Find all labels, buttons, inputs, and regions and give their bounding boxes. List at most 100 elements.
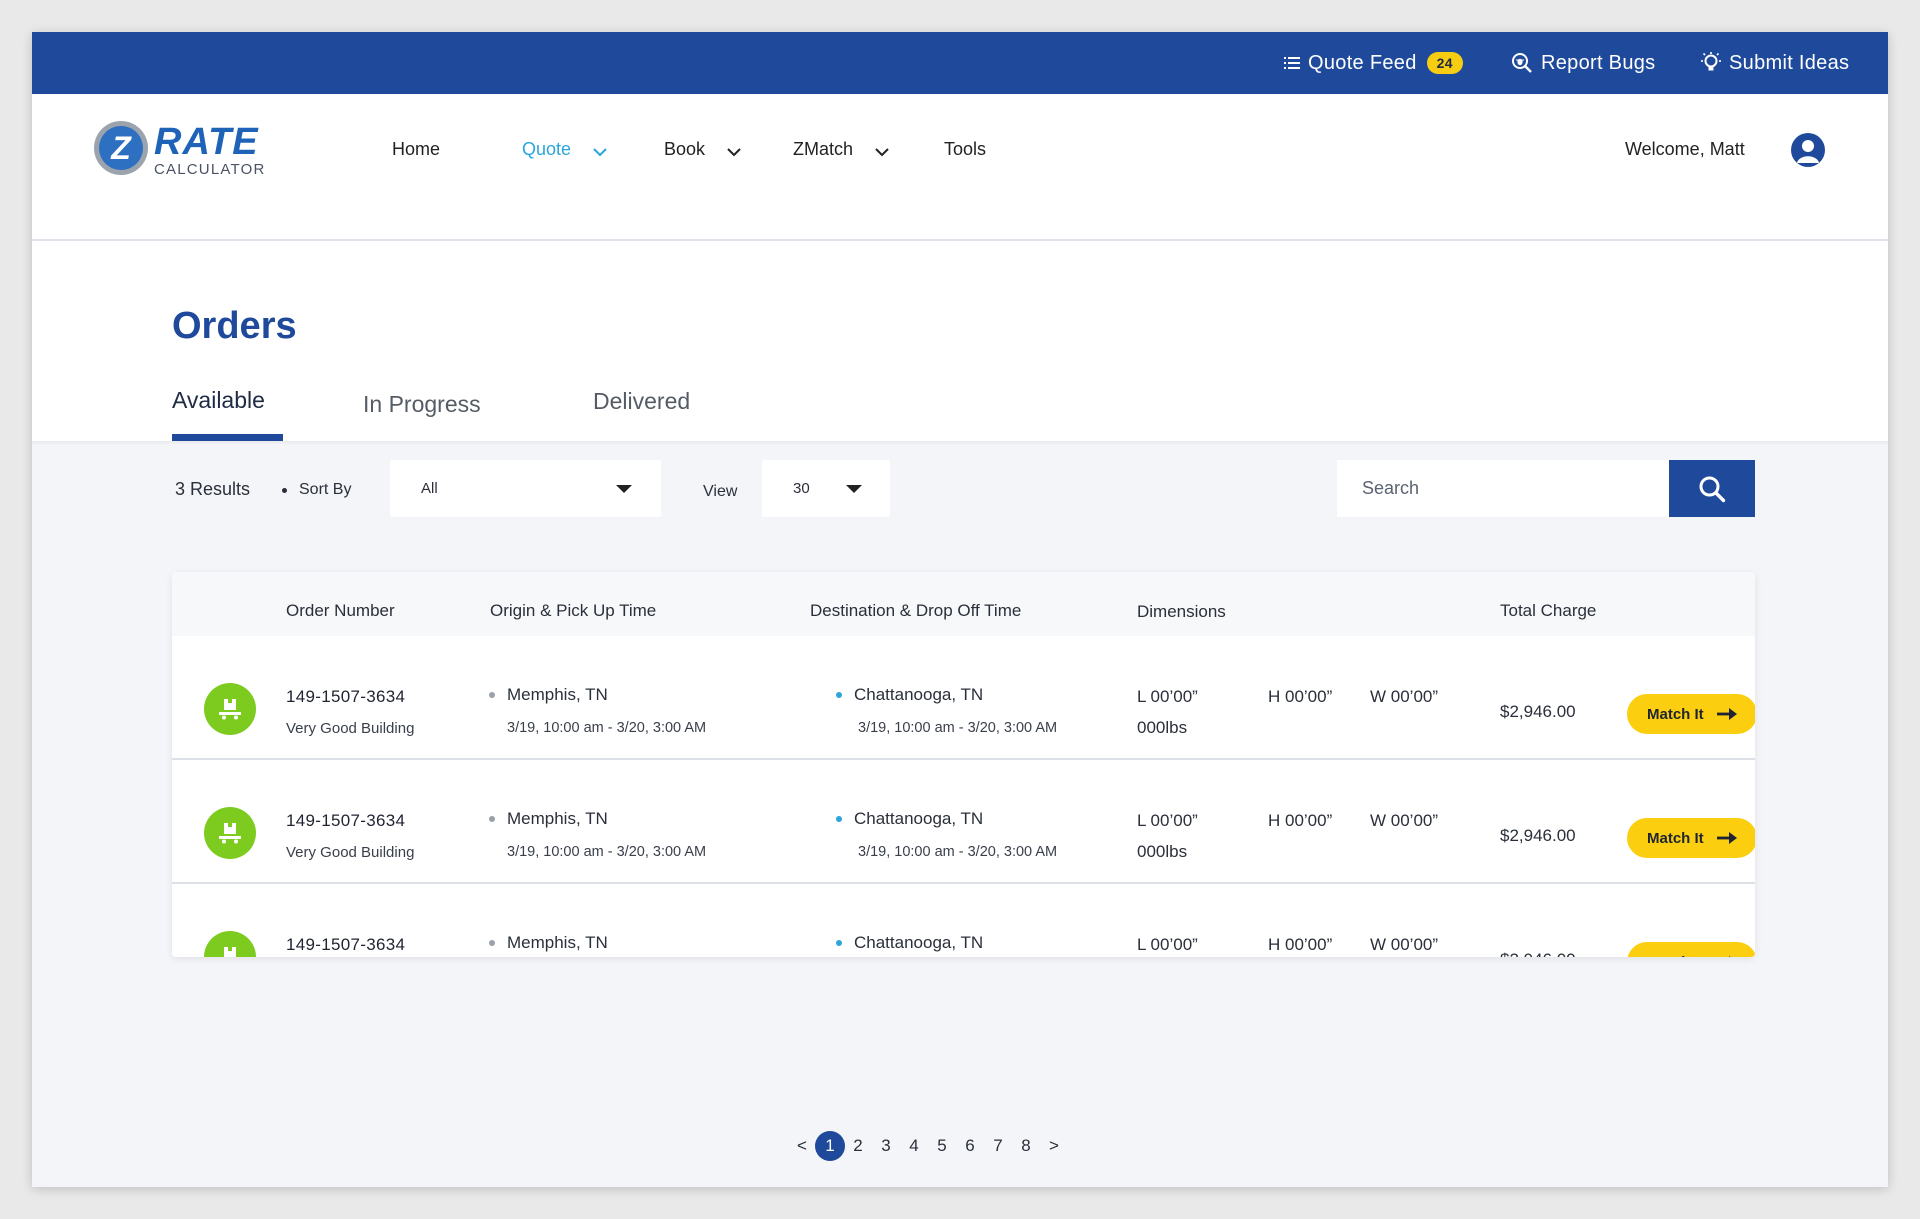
caret-down-icon: [846, 485, 862, 493]
origin-dot: [489, 692, 495, 698]
pagination-page[interactable]: 4: [899, 1131, 929, 1161]
dimension-length: L 00’00”: [1137, 935, 1198, 954]
user-avatar[interactable]: [1791, 133, 1825, 167]
arrow-right-icon: [1728, 956, 1731, 957]
app-window: Quote Feed 24 Report Bugs Submit Ideas Z…: [32, 32, 1888, 1187]
dimension-height: H 00’00”: [1268, 687, 1333, 706]
sort-by-text: Sort By: [299, 481, 352, 498]
results-count: 3 Results: [175, 479, 251, 499]
bug-search-icon: [1512, 53, 1532, 73]
order-number[interactable]: 149-1507-3634: [286, 687, 405, 707]
match-it-label: Match It: [1647, 705, 1704, 723]
destination-location: Chattanooga, TN: [836, 809, 983, 829]
logo-sub: CALCULATOR: [154, 161, 266, 178]
arrow-right-icon: [1716, 832, 1737, 844]
caret-down-icon: [616, 485, 632, 493]
table-row[interactable]: 149-1507-3634 Very Good Building Memphis…: [172, 760, 1755, 884]
nav-tools[interactable]: Tools: [944, 94, 986, 204]
match-it-button[interactable]: Match It: [1627, 942, 1755, 957]
report-bugs-label: Report Bugs: [1541, 51, 1656, 74]
user-icon: [1797, 140, 1819, 163]
origin-location: Memphis, TN: [489, 933, 608, 953]
pagination-page[interactable]: 8: [1011, 1131, 1041, 1161]
welcome-text: Welcome, Matt: [1625, 138, 1745, 159]
sort-by-label: Sort By: [282, 481, 351, 499]
pagination-page[interactable]: 6: [955, 1131, 985, 1161]
nav-tools-label: Tools: [944, 138, 987, 159]
chevron-down-icon: [593, 147, 607, 156]
page-header: Orders Available In Progress Delivered: [32, 241, 1888, 441]
pagination-page[interactable]: 2: [843, 1131, 873, 1161]
order-number[interactable]: 149-1507-3634: [286, 811, 405, 831]
pagination-next[interactable]: >: [1039, 1131, 1069, 1161]
destination-city: Chattanooga, TN: [854, 933, 984, 952]
origin-location: Memphis, TN: [489, 685, 608, 705]
list-icon: [1284, 57, 1300, 69]
dimension-height: H 00’00”: [1268, 811, 1333, 830]
search-icon: [1699, 476, 1726, 502]
pagination-page[interactable]: 5: [927, 1131, 957, 1161]
pagination-page[interactable]: 1: [815, 1131, 845, 1161]
dimension-weight: 000lbs: [1137, 842, 1188, 861]
nav-quote[interactable]: Quote: [522, 94, 607, 204]
quote-feed-count-badge: 24: [1426, 52, 1463, 74]
nav-book[interactable]: Book: [664, 94, 741, 204]
tab-delivered[interactable]: Delivered: [593, 388, 690, 415]
separator-dot: [282, 487, 287, 493]
arrow-right-icon: [1716, 708, 1737, 720]
submit-ideas-link[interactable]: Submit Ideas: [1701, 32, 1849, 94]
table-row[interactable]: 149-1507-3634 Very Good Building Memphis…: [172, 884, 1755, 957]
logo-word: RATE: [154, 121, 259, 163]
match-it-button[interactable]: Match It: [1627, 694, 1755, 734]
order-number[interactable]: 149-1507-3634: [286, 935, 405, 955]
total-charge: $2,946.00: [1500, 702, 1576, 721]
tab-in-progress[interactable]: In Progress: [363, 391, 481, 418]
view-select[interactable]: 30: [762, 460, 890, 517]
origin-dot: [489, 940, 495, 946]
status-indicator: [204, 683, 256, 735]
origin-dot: [489, 816, 495, 822]
destination-location: Chattanooga, TN: [836, 685, 983, 705]
dimension-length: L 00’00”: [1137, 687, 1198, 706]
chevron-down-icon: [727, 147, 741, 156]
table-row[interactable]: 149-1507-3634 Very Good Building Memphis…: [172, 636, 1755, 760]
dimension-weight: 000lbs: [1137, 718, 1188, 737]
pagination-page[interactable]: 3: [871, 1131, 901, 1161]
sort-select[interactable]: All: [390, 460, 661, 517]
pagination-page[interactable]: 7: [983, 1131, 1013, 1161]
header-total-charge: Total Charge: [1500, 601, 1597, 620]
logo-emblem-icon: Z: [94, 121, 148, 175]
truck-load-icon: [224, 947, 236, 957]
total-charge: $2,946.00: [1500, 950, 1576, 957]
dimension-width: W 00’00”: [1370, 935, 1439, 954]
nav-home[interactable]: Home: [392, 94, 440, 204]
dimension-width: W 00’00”: [1370, 811, 1439, 830]
search-button[interactable]: [1669, 460, 1755, 517]
company-name: Very Good Building: [286, 844, 415, 861]
active-tab-indicator: [172, 434, 283, 441]
destination-time: 3/19, 10:00 am - 3/20, 3:00 AM: [858, 720, 1058, 736]
dimension-width: W 00’00”: [1370, 687, 1439, 706]
origin-time: 3/19, 10:00 am - 3/20, 3:00 AM: [507, 720, 707, 736]
origin-city: Memphis, TN: [507, 933, 608, 952]
status-indicator: [204, 807, 256, 859]
sort-select-value: All: [421, 480, 438, 497]
search-input[interactable]: [1337, 460, 1669, 517]
truck-load-icon: [219, 699, 241, 720]
logo-mark: Z: [110, 130, 132, 166]
match-it-label: Match It: [1647, 829, 1704, 847]
zrate-logo[interactable]: Z RATE CALCULATOR: [92, 119, 292, 179]
chevron-down-icon: [875, 147, 889, 156]
report-bugs-link[interactable]: Report Bugs: [1511, 32, 1655, 94]
submit-ideas-label: Submit Ideas: [1729, 51, 1850, 74]
pagination-prev[interactable]: <: [787, 1131, 817, 1161]
nav-zmatch[interactable]: ZMatch: [793, 94, 889, 204]
dimension-height: H 00’00”: [1268, 935, 1333, 954]
match-it-button[interactable]: Match It: [1627, 818, 1755, 858]
origin-city: Memphis, TN: [507, 685, 608, 704]
quote-feed-link[interactable]: Quote Feed 24: [1284, 32, 1463, 94]
tab-available[interactable]: Available: [172, 387, 265, 414]
header-order-number: Order Number: [286, 601, 395, 620]
header-destination: Destination & Drop Off Time: [810, 601, 1022, 620]
match-it-label: Match It: [1647, 954, 1704, 958]
